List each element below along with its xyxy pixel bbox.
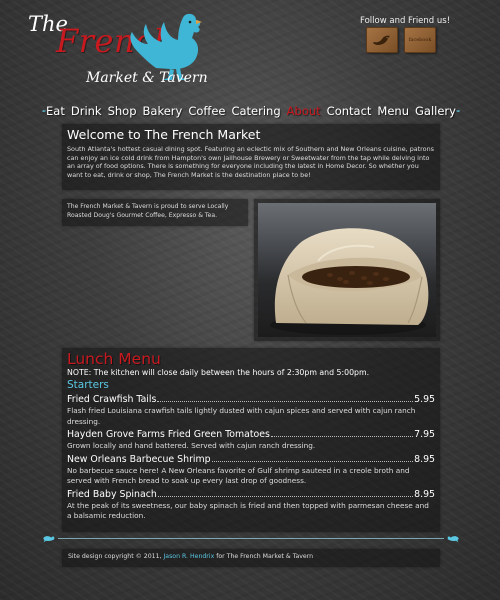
dot-leader [270,436,414,437]
menu-item: Hayden Grove Farms Fried Green Tomatoes … [67,429,435,452]
coffee-sack-photo-frame [254,199,440,341]
dot-leader [211,460,414,462]
twitter-bird-icon [373,35,390,45]
nav-item-menu[interactable]: Menu [377,104,409,118]
bird-left-icon [43,535,55,542]
welcome-title: Welcome to The French Market [67,127,261,142]
footer-divider [42,533,460,543]
menu-item-description: No barbecue sauce here! A New Orleans fa… [67,465,410,486]
menu-title: Lunch Menu [67,350,161,368]
menu-item: New Orleans Barbecue Shrimp 8.95 No barb… [67,454,435,487]
lunch-menu-panel: Lunch Menu NOTE: The kitchen will close … [62,348,440,532]
menu-item-price: 8.95 [414,488,435,500]
nav-items: Eat Drink Shop Bakery Coffee Catering Ab… [46,104,456,118]
menu-item-name: Fried Crawfish Tails [67,394,157,405]
menu-item: Fried Crawfish Tails 5.95 Flash fried Lo… [67,394,435,427]
nav-item-contact[interactable]: Contact [327,104,372,118]
nav-item-about[interactable]: About [287,104,321,118]
nav-item-coffee[interactable]: Coffee [188,104,225,118]
welcome-body: South Atlanta's hottest casual dining sp… [67,145,434,180]
menu-item-name: Hayden Grove Farms Fried Green Tomatoes [67,429,270,440]
footer: Site design copyright © 2011, Jason R. H… [62,549,440,567]
follow-heading: Follow and Friend us! [360,16,451,26]
menu-item-price: 7.95 [414,429,435,440]
facebook-button[interactable]: facebook [404,27,436,53]
welcome-panel: Welcome to The French Market South Atlan… [62,124,440,190]
coffee-note-panel: The French Market & Tavern is proud to s… [62,199,248,226]
nav-item-eat[interactable]: Eat [46,104,65,118]
menu-item-description: Flash fried Louisiana crawfish tails lig… [67,406,416,426]
coffee-sack-photo [258,203,436,337]
nav-item-shop[interactable]: Shop [108,104,137,118]
footer-suffix: for The French Market & Tavern [216,553,314,560]
menu-item: Fried Baby Spinach 8.95 At the peak of i… [67,489,435,522]
dot-leader [157,495,414,497]
menu-item-description: Grown locally and hand battered. Served … [67,441,316,450]
logo-subtitle: Market & Tavern [86,70,208,86]
site-logo[interactable]: The French Market & Tavern [22,8,212,93]
menu-item-price: 5.95 [414,394,435,405]
twitter-button[interactable] [366,27,398,53]
menu-item-name: New Orleans Barbecue Shrimp [67,453,211,465]
nav-item-gallery[interactable]: Gallery [415,104,456,118]
main-nav: Eat Drink Shop Bakery Coffee Catering Ab… [42,100,460,122]
divider-line [58,537,444,539]
footer-prefix: Site design copyright © 2011, [68,553,162,560]
footer-author-link[interactable]: Jason R. Hendrix [163,553,214,560]
facebook-label: facebook [408,37,432,43]
bird-right-icon [456,110,460,113]
menu-note: NOTE: The kitchen will close daily betwe… [67,368,370,377]
menu-item-description: At the peak of its sweetness, our baby s… [67,500,429,521]
coffee-note-text: The French Market & Tavern is proud to s… [67,203,229,219]
menu-section-heading: Starters [67,379,109,391]
nav-item-drink[interactable]: Drink [71,104,102,118]
menu-item-price: 8.95 [414,453,435,465]
nav-item-bakery[interactable]: Bakery [143,104,183,118]
nav-item-catering[interactable]: Catering [231,104,280,118]
dot-leader [157,401,414,402]
footer-text: Site design copyright © 2011, Jason R. H… [68,553,434,560]
bird-right-icon [447,535,459,542]
menu-item-name: Fried Baby Spinach [67,488,157,500]
